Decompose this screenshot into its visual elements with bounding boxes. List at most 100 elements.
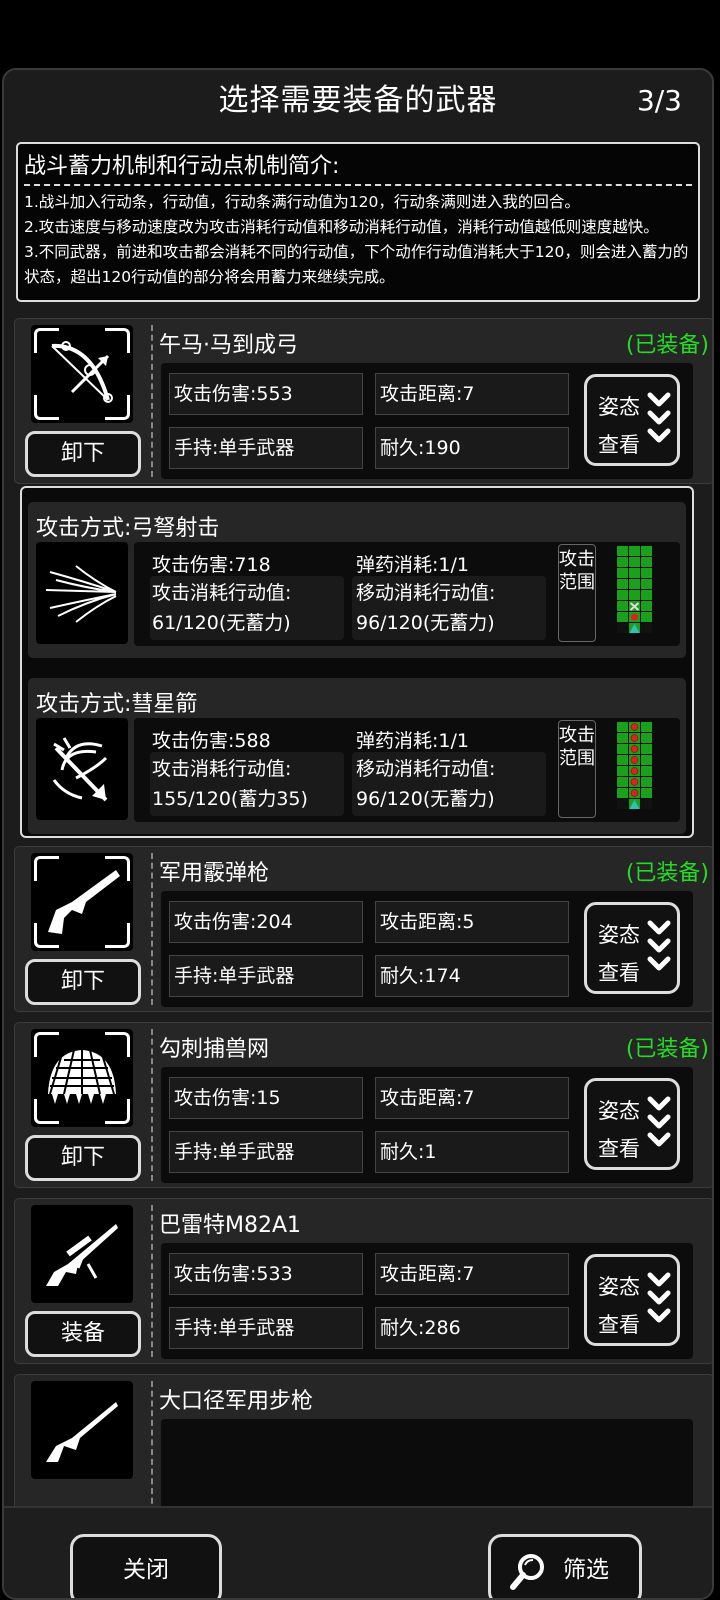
range-dot	[631, 613, 638, 621]
attack-range: 攻击距离:7	[375, 373, 569, 415]
attack-cost-label: 攻击消耗行动值:	[152, 582, 292, 604]
stance-view-button[interactable]: 姿态 查看	[584, 1078, 680, 1170]
range-cell	[641, 744, 652, 754]
weapon-name: 军用霰弹枪	[159, 861, 270, 886]
chevron-down-icon	[647, 392, 671, 443]
range-cell	[641, 788, 652, 798]
range-cell	[617, 601, 628, 611]
weapon-thumbnail[interactable]	[31, 853, 133, 951]
attack-range-label[interactable]: 攻击范围	[558, 720, 596, 818]
hold-type: 手持:单手武器	[169, 1307, 363, 1349]
durability: 耐久:286	[375, 1307, 569, 1349]
range-cell	[641, 733, 652, 743]
range-cell	[617, 788, 628, 798]
range-dot	[630, 767, 639, 775]
attack-mode-card[interactable]: 攻击方式:彗星箭 攻击伤害:588 弹药消耗:1/1 攻击消耗行动值: 155/…	[28, 678, 686, 834]
range-cell	[617, 623, 628, 633]
close-button[interactable]: 关闭	[70, 1534, 222, 1598]
range-cell	[617, 722, 628, 732]
attack-cost-box: 攻击消耗行动值: 155/120(蓄力35)	[150, 752, 344, 816]
attack-damage: 攻击伤害:553	[169, 373, 363, 415]
range-cell	[641, 590, 652, 600]
weapon-thumbnail[interactable]	[31, 1029, 133, 1127]
equipped-status: (已装备)	[625, 1037, 709, 1062]
bottom-action-bar: 关闭 筛选	[4, 1506, 712, 1598]
range-cell	[641, 722, 652, 732]
divider	[151, 853, 153, 1005]
filter-button[interactable]: 筛选	[488, 1534, 642, 1598]
hold-type: 手持:单手武器	[169, 427, 363, 469]
attack-modes-group: 攻击方式:弓弩射击 攻击伤害:718 弹药消耗:1/1 攻击消耗行动值: 61/…	[20, 486, 694, 838]
range-cell	[629, 546, 640, 556]
weapon-name: 勾刺捕兽网	[159, 1037, 270, 1062]
filter-label: 筛选	[563, 1557, 609, 1583]
attack-cost-label: 攻击消耗行动值:	[152, 758, 292, 780]
attack-damage: 攻击伤害:204	[169, 901, 363, 943]
chevron-down-icon	[647, 1096, 671, 1147]
page-indicator: 3/3	[636, 84, 682, 117]
move-cost-box: 移动消耗行动值: 96/120(无蓄力)	[352, 576, 546, 640]
range-dot	[630, 745, 639, 753]
range-cell	[617, 590, 628, 600]
weapon-thumbnail[interactable]	[31, 1205, 133, 1303]
move-cost-label: 移动消耗行动值:	[356, 758, 496, 780]
weapon-card-barrett[interactable]: 装备 巴雷特M82A1 攻击伤害:533 攻击距离:7 手持:单手武器 耐久:2…	[14, 1198, 712, 1364]
unequip-button[interactable]: 卸下	[25, 959, 141, 1005]
unequip-button[interactable]: 卸下	[25, 431, 141, 477]
attack-mode-stats: 攻击伤害:718 弹药消耗:1/1 攻击消耗行动值: 61/120(无蓄力) 移…	[134, 542, 680, 646]
move-cost-label: 移动消耗行动值:	[356, 582, 496, 604]
ammo-cost: 弹药消耗:1/1	[356, 730, 469, 752]
weapon-card-shotgun[interactable]: 卸下 军用霰弹枪 (已装备) 攻击伤害:204 攻击距离:5 手持:单手武器 耐…	[14, 846, 712, 1012]
intro-line-1: 1.战斗加入行动条，行动值，行动条满行动值为120，行动条满则进入我的回合。	[24, 193, 580, 211]
intro-heading: 战斗蓄力机制和行动点机制简介:	[24, 148, 692, 186]
close-label: 关闭	[123, 1557, 169, 1583]
divider	[151, 1029, 153, 1181]
unequip-button[interactable]: 卸下	[25, 1135, 141, 1181]
stance-view-button[interactable]: 姿态 查看	[584, 374, 680, 466]
range-cell	[617, 755, 628, 765]
range-cell	[617, 568, 628, 578]
weapon-thumbnail[interactable]	[31, 325, 133, 423]
divider	[151, 325, 153, 477]
hold-type: 手持:单手武器	[169, 1131, 363, 1173]
attack-mode-title: 攻击方式:彗星箭	[36, 692, 198, 717]
view-label: 查看	[598, 433, 640, 457]
range-cell	[617, 799, 628, 809]
range-cell	[641, 755, 652, 765]
weapon-thumbnail[interactable]	[31, 1381, 133, 1479]
range-cell	[641, 612, 652, 622]
attack-damage: 攻击伤害:718	[152, 554, 271, 576]
range-cell	[617, 744, 628, 754]
range-cell	[641, 601, 652, 611]
ammo-cost: 弹药消耗:1/1	[356, 554, 469, 576]
stance-view-button[interactable]: 姿态 查看	[584, 902, 680, 994]
attack-range-grid	[617, 722, 652, 809]
weapon-card-net[interactable]: 卸下 勾刺捕兽网 (已装备) 攻击伤害:15 攻击距离:7 手持:单手武器 耐久…	[14, 1022, 712, 1188]
move-cost-box: 移动消耗行动值: 96/120(无蓄力)	[352, 752, 546, 816]
attack-mode-title: 攻击方式:弓弩射击	[36, 516, 220, 541]
range-cell	[641, 579, 652, 589]
attack-mode-card[interactable]: 攻击方式:弓弩射击 攻击伤害:718 弹药消耗:1/1 攻击消耗行动值: 61/…	[28, 502, 686, 658]
range-cell	[641, 568, 652, 578]
range-cell	[617, 733, 628, 743]
range-dot	[630, 778, 639, 786]
attack-cost-box: 攻击消耗行动值: 61/120(无蓄力)	[150, 576, 344, 640]
attack-range-label[interactable]: 攻击范围	[558, 544, 596, 642]
rifle-icon	[46, 1402, 118, 1462]
equipped-status: (已装备)	[625, 861, 709, 886]
intro-line-3: 3.不同武器，前进和攻击都会消耗不同的行动值，下个动作行动值消耗大于120，则会…	[24, 243, 689, 286]
range-cell	[617, 766, 628, 776]
range-dot	[630, 756, 639, 764]
chevron-down-icon	[647, 1272, 671, 1323]
stance-view-button[interactable]: 姿态 查看	[584, 1254, 680, 1346]
equip-button[interactable]: 装备	[25, 1311, 141, 1357]
mechanics-intro-box[interactable]: 战斗蓄力机制和行动点机制简介: 1.战斗加入行动条，行动值，行动条满行动值为12…	[16, 142, 700, 302]
move-cost-value: 96/120(无蓄力)	[356, 612, 495, 634]
attack-damage: 攻击伤害:533	[169, 1253, 363, 1295]
weapon-card-bow[interactable]: 卸下 午马·马到成弓 (已装备) 攻击伤害:553 攻击距离:7 手持:单手武器…	[14, 318, 712, 484]
range-cell	[641, 557, 652, 567]
range-cell	[629, 568, 640, 578]
range-cell	[617, 546, 628, 556]
intro-line-2: 2.攻击速度与移动速度改为攻击消耗行动值和移动消耗行动值，消耗行动值越低则速度越…	[24, 218, 659, 236]
range-dot	[630, 789, 639, 797]
